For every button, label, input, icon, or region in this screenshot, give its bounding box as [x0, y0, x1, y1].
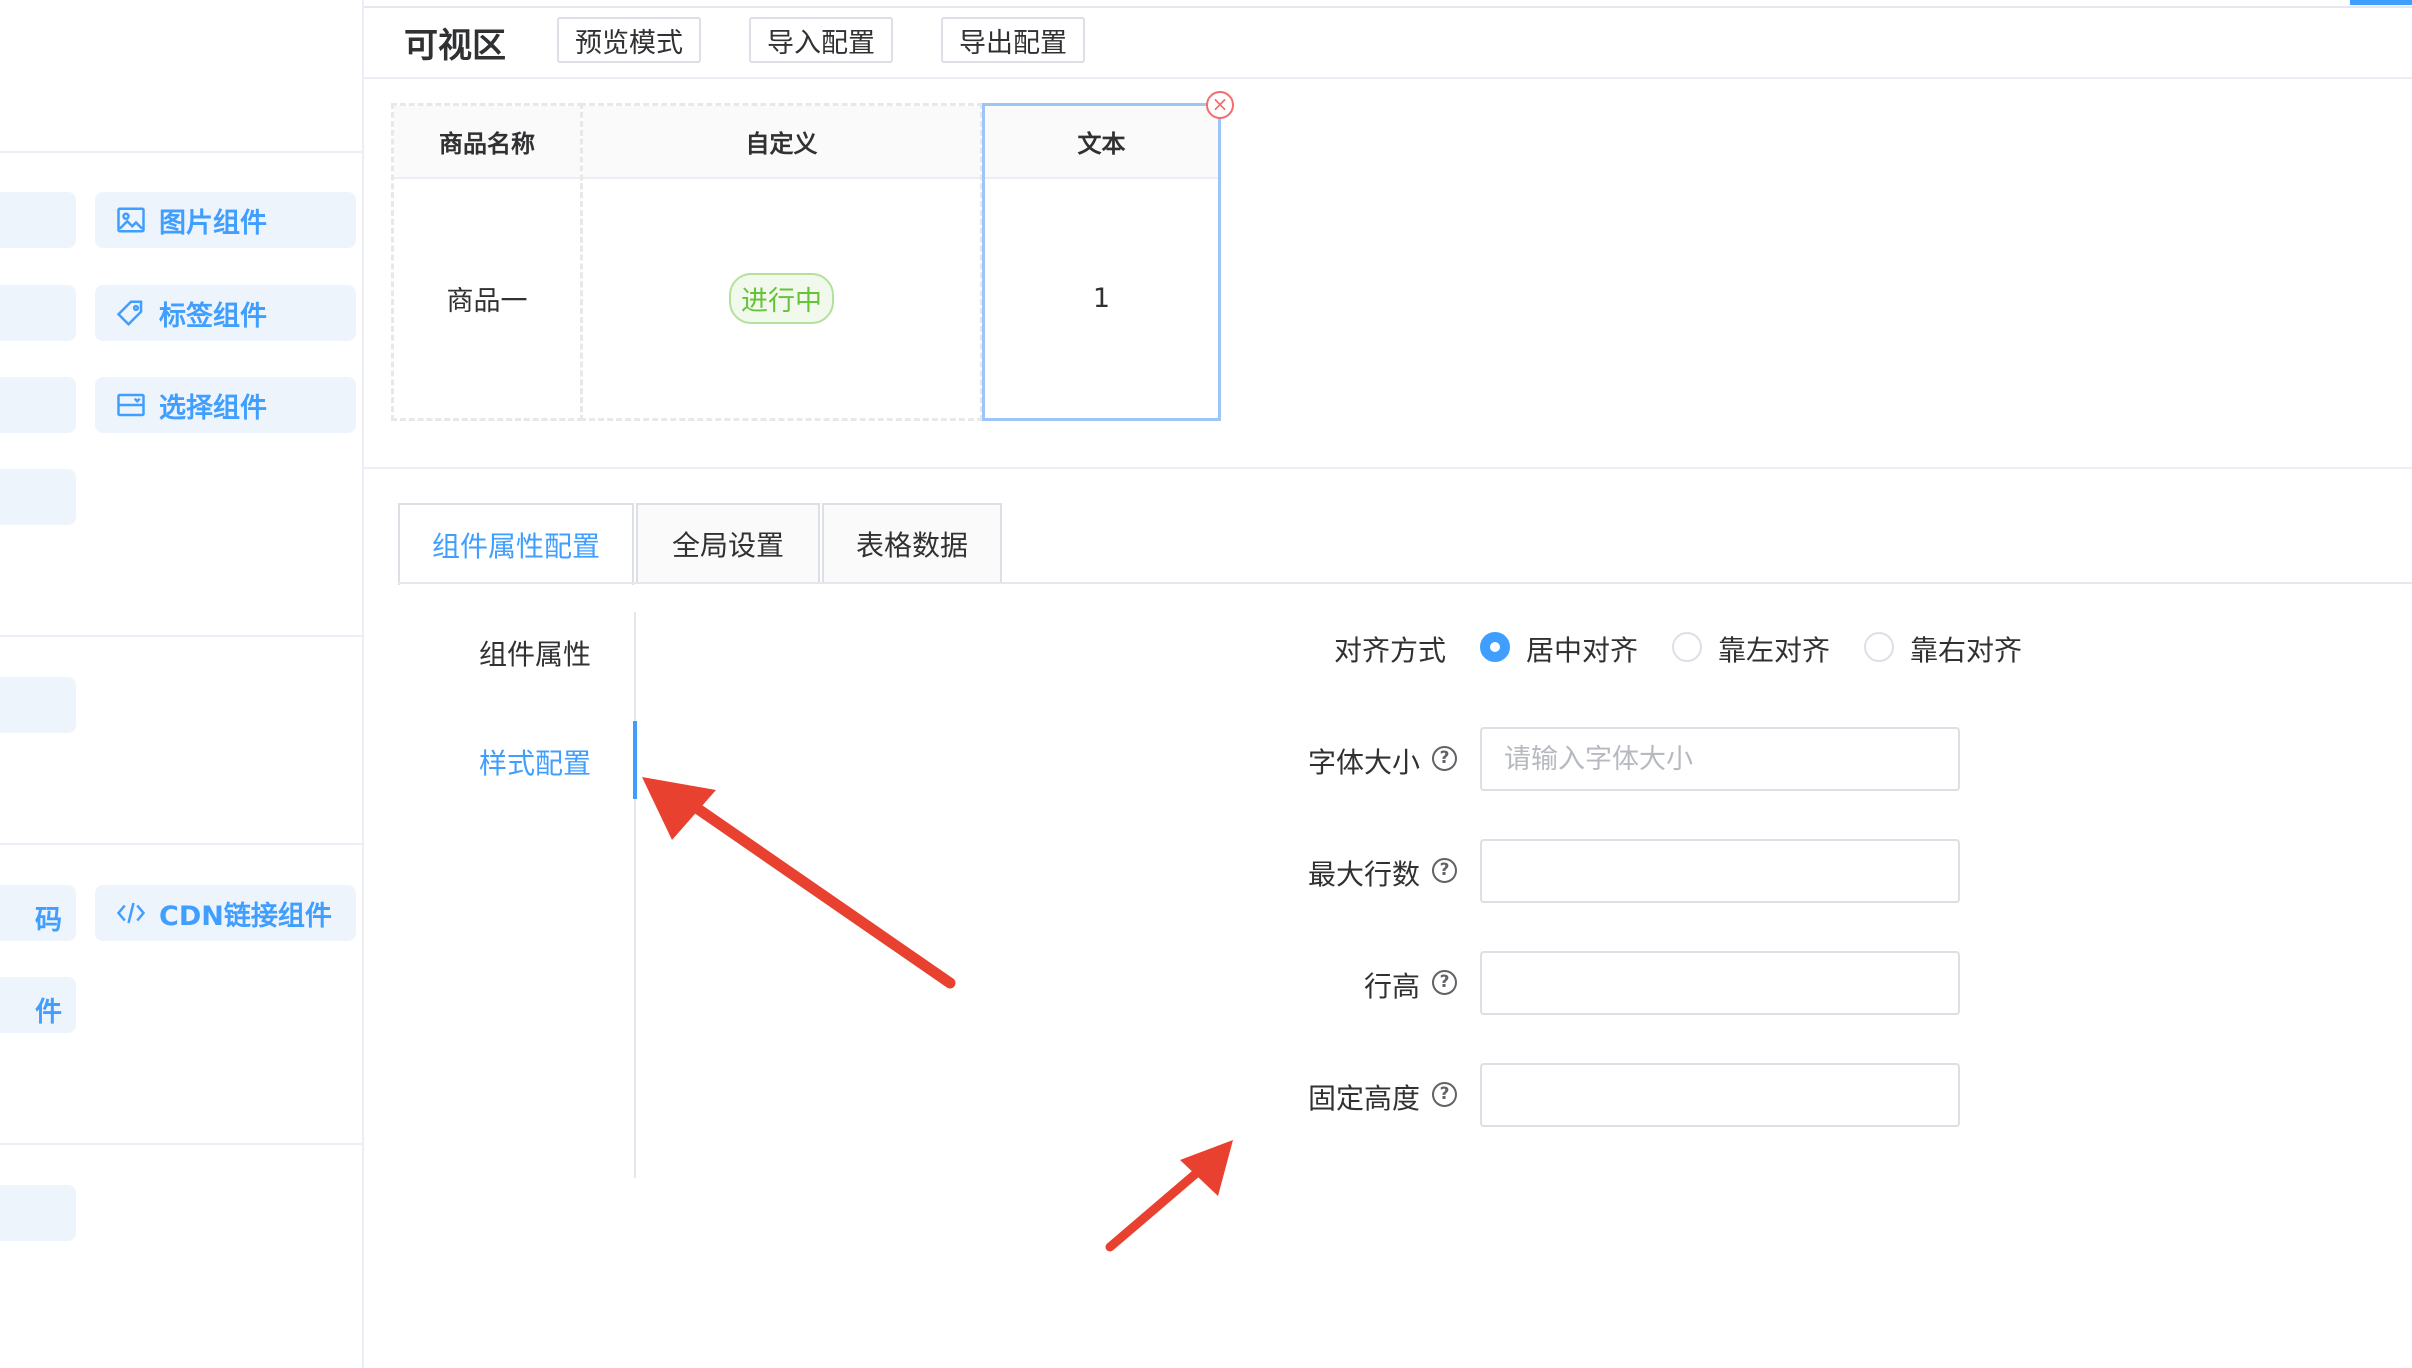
close-icon[interactable]: ×	[1206, 91, 1234, 119]
line-height-input[interactable]	[1480, 951, 1960, 1015]
sidebar-divider	[0, 635, 362, 637]
sidebar-divider	[0, 843, 362, 845]
export-config-button[interactable]: 导出配置	[941, 17, 1085, 63]
sidebar-item-label: 图片组件	[159, 207, 267, 239]
canvas-table: 商品名称 商品一 自定义 进行中 文本 1	[391, 103, 1221, 421]
preview-mode-button[interactable]: 预览模式	[557, 17, 701, 63]
sidebar-divider	[0, 151, 362, 153]
help-icon[interactable]: ?	[1432, 746, 1457, 771]
sidebar-item-label: 标签组件	[159, 300, 267, 332]
top-accent-bar	[2350, 0, 2412, 5]
sidebar-item-label: CDN链接组件	[159, 900, 332, 932]
sidebar-item-partial[interactable]	[0, 1185, 76, 1241]
fixed-height-input[interactable]	[1480, 1063, 1960, 1127]
sidebar-item-cdn-component[interactable]: CDN链接组件	[95, 885, 356, 941]
radio-label[interactable]: 居中对齐	[1526, 629, 1638, 669]
select-icon	[115, 389, 147, 421]
table-column[interactable]: 商品名称 商品一	[391, 103, 583, 421]
sidebar-item-partial[interactable]	[0, 469, 76, 525]
code-icon	[115, 897, 147, 929]
radio-align-left[interactable]	[1672, 632, 1702, 662]
sidebar-item-partial[interactable]	[0, 377, 76, 433]
tab-global-settings[interactable]: 全局设置	[636, 503, 820, 583]
page-title: 可视区	[404, 26, 506, 66]
table-header-cell: 自定义	[583, 106, 980, 179]
font-size-label: 字体大小	[1308, 746, 1421, 779]
max-lines-label: 最大行数	[1308, 858, 1421, 891]
sidebar-item-partial[interactable]	[0, 677, 76, 733]
table-cell: 商品一	[446, 286, 528, 317]
tag-icon	[115, 297, 147, 329]
image-icon	[115, 204, 147, 236]
table-column-selected[interactable]: 文本 1	[982, 103, 1221, 421]
sidebar-item-partial[interactable]	[0, 285, 76, 341]
top-border	[364, 6, 2412, 8]
subtab-style-config[interactable]: 样式配置	[440, 742, 630, 782]
font-size-input[interactable]	[1480, 727, 1960, 791]
sidebar-item-partial[interactable]: 件	[0, 977, 76, 1033]
radio-label[interactable]: 靠左对齐	[1718, 629, 1830, 669]
sidebar-item-partial[interactable]: 码	[0, 885, 76, 941]
fixed-height-label: 固定高度	[1308, 1082, 1421, 1115]
annotation-arrow	[1105, 1140, 1233, 1252]
max-lines-input[interactable]	[1480, 839, 1960, 903]
align-label: 对齐方式	[1334, 634, 1447, 667]
tab-table-data[interactable]: 表格数据	[822, 503, 1002, 583]
sidebar-divider	[0, 1143, 362, 1145]
sidebar-item-select-component[interactable]: 选择组件	[95, 377, 356, 433]
table-cell: 进行中	[583, 179, 980, 418]
help-icon[interactable]: ?	[1432, 970, 1457, 995]
subtab-component-attributes[interactable]: 组件属性	[440, 633, 630, 673]
radio-label[interactable]: 靠右对齐	[1910, 629, 2022, 669]
table-cell: 1	[1092, 283, 1111, 314]
table-column[interactable]: 自定义 进行中	[580, 103, 983, 421]
radio-align-center[interactable]	[1480, 632, 1510, 662]
table-header-cell: 文本	[985, 106, 1218, 179]
radio-align-right[interactable]	[1864, 632, 1894, 662]
help-icon[interactable]: ?	[1432, 1082, 1457, 1107]
tabs-divider	[398, 582, 2412, 584]
subtabs-divider	[634, 612, 636, 1178]
help-icon[interactable]: ?	[1432, 858, 1457, 883]
sidebar-item-partial[interactable]	[0, 192, 76, 248]
subtab-active-indicator	[633, 721, 637, 799]
sidebar-item-tag-component[interactable]: 标签组件	[95, 285, 356, 341]
import-config-button[interactable]: 导入配置	[749, 17, 893, 63]
annotation-arrow	[642, 777, 956, 989]
status-tag: 进行中	[729, 273, 834, 324]
sidebar-item-image-component[interactable]: 图片组件	[95, 192, 356, 248]
sidebar-item-label: 选择组件	[159, 392, 267, 424]
header-divider	[364, 77, 2412, 79]
component-sidebar: 码 件 图片组件 标签组件 选择组件 CDN链接组件	[0, 0, 364, 1368]
table-header-cell: 商品名称	[394, 106, 580, 179]
line-height-label: 行高	[1364, 970, 1421, 1003]
tab-component-properties[interactable]: 组件属性配置	[398, 503, 634, 585]
section-divider	[364, 467, 2412, 469]
